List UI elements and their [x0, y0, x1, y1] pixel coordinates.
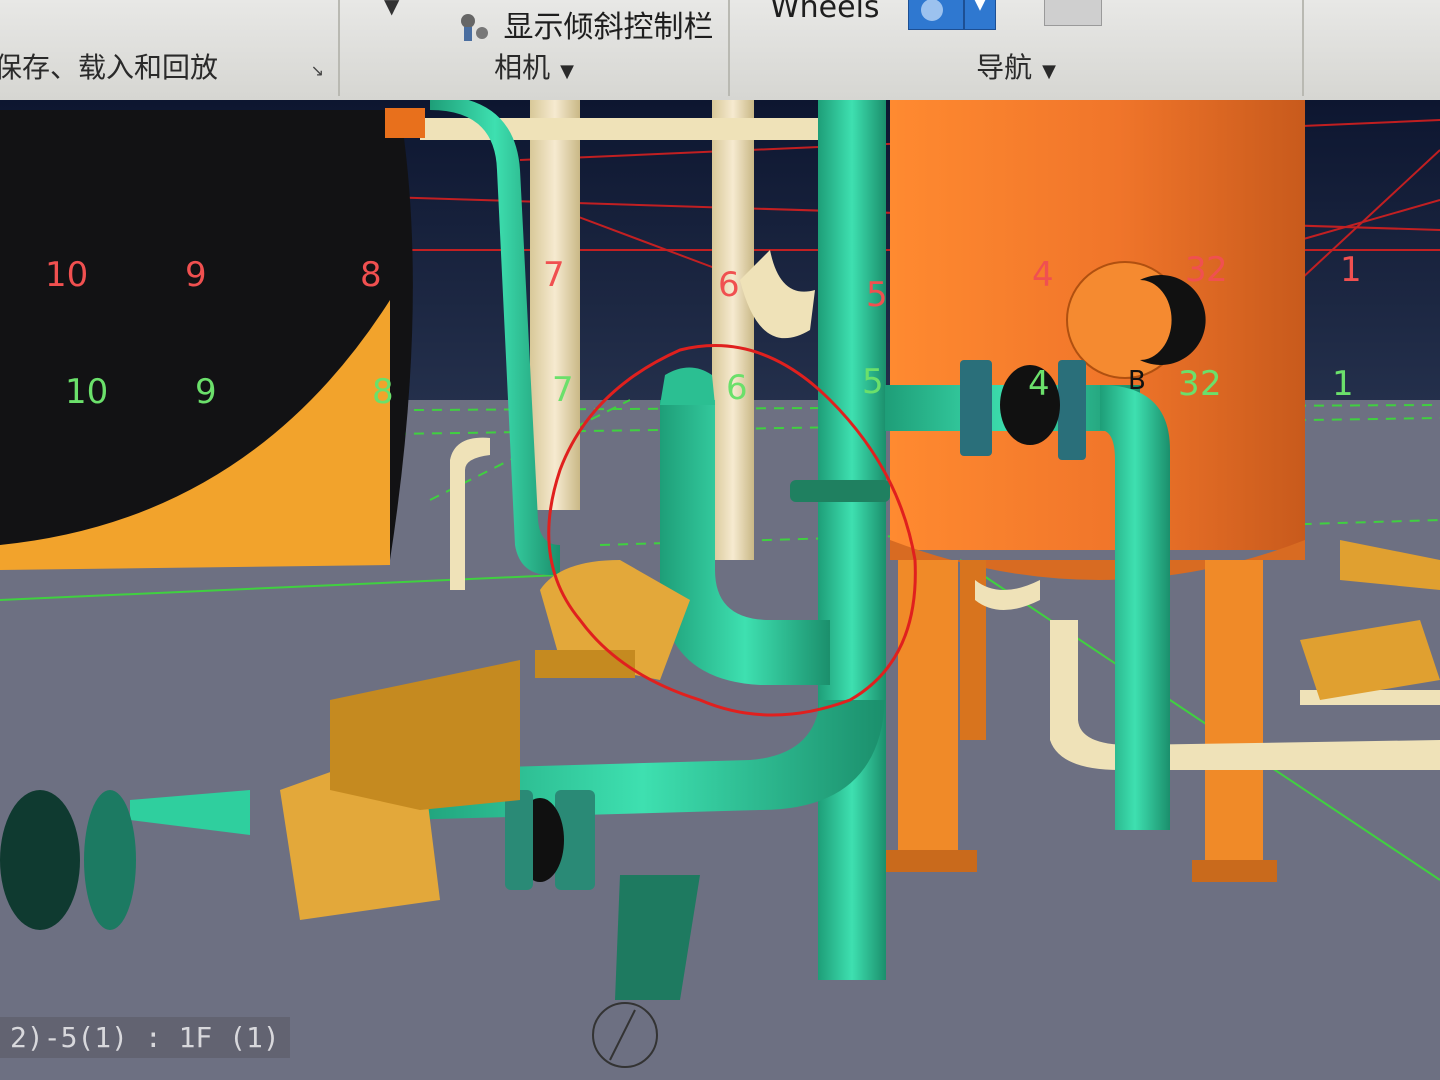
grid-label: 6	[726, 368, 748, 408]
tilt-camera-icon	[454, 11, 494, 47]
orbit-icon	[921, 0, 943, 21]
pump-inlet-flange	[84, 790, 136, 930]
save-load-playback-group: 保存、载入和回放 ↘	[0, 0, 340, 96]
grid-label: 9	[185, 255, 207, 295]
grid-label: 10	[65, 372, 109, 412]
save-load-playback-label[interactable]: 保存、载入和回放	[0, 46, 338, 86]
grid-marker-b: B	[1128, 366, 1146, 396]
pipe-clamp	[790, 480, 890, 502]
grid-label: 6	[718, 265, 740, 305]
ribbon-toolbar: 保存、载入和回放 ↘ ▼ 显示倾斜控制栏 相机 ▼ Wheels ▼ 导航 ▼	[0, 0, 1440, 102]
pipe-flange	[1058, 360, 1086, 460]
grid-label: 4	[1032, 255, 1054, 295]
grid-label: 1	[1340, 250, 1362, 290]
cream-vertical-pipe	[712, 100, 754, 560]
pump-base	[535, 650, 635, 678]
pipe-flange	[505, 790, 533, 890]
navigation-group-label[interactable]: 导航 ▼	[730, 46, 1302, 86]
chevron-down-icon: ▼	[560, 61, 574, 82]
grid-label: 2	[1200, 364, 1222, 404]
green-main-vertical-pipe	[818, 100, 886, 980]
grid-label: 4	[1028, 364, 1050, 404]
grid-label: 8	[360, 255, 382, 295]
grid-label: 2	[1206, 250, 1228, 290]
grid-label: 3	[1178, 364, 1200, 404]
pipe-flange	[960, 360, 992, 456]
show-tilt-bar-label: 显示倾斜控制栏	[503, 10, 714, 45]
dialog-launcher-icon[interactable]: ↘	[311, 61, 324, 80]
chevron-down-icon: ▼	[974, 0, 986, 13]
navigation-extra-button[interactable]	[1044, 0, 1102, 26]
vessel-leg-front-right	[1205, 560, 1263, 870]
navigation-mode-button[interactable]	[908, 0, 964, 30]
camera-group-label[interactable]: 相机 ▼	[340, 46, 728, 86]
grid-label: 7	[552, 370, 574, 410]
3d-viewport[interactable]: 10 9 8 7 6 5 4 3 2 1 10 9 8 7 6 5 4 3 2 …	[0, 100, 1440, 1080]
pump-inlet-flange	[0, 790, 80, 930]
navigation-label-text: 导航	[976, 51, 1033, 84]
leg-base-plate	[885, 850, 977, 872]
orange-flange	[385, 108, 425, 138]
camera-group: ▼ 显示倾斜控制栏 相机 ▼	[340, 0, 730, 96]
camera-label-text: 相机	[494, 51, 551, 84]
grid-label: 9	[195, 372, 217, 412]
grid-label: 10	[45, 255, 89, 295]
grid-label: 8	[372, 372, 394, 412]
show-tilt-bar-button[interactable]: 显示倾斜控制栏	[454, 2, 714, 47]
grid-label: 5	[862, 362, 884, 402]
navigation-group: Wheels ▼ 导航 ▼	[730, 0, 1304, 96]
leg-base-plate	[1192, 860, 1277, 882]
scene-render	[0, 100, 1440, 1080]
status-bar-text: 2)-5(1) : 1F (1)	[0, 1017, 290, 1058]
grid-label: 1	[1332, 364, 1354, 404]
grid-label: 5	[866, 275, 888, 315]
wheels-button[interactable]: Wheels	[770, 0, 880, 25]
cream-vertical-pipe	[530, 100, 580, 510]
navigation-mode-dropdown[interactable]: ▼	[964, 0, 996, 30]
chevron-down-icon: ▼	[1042, 61, 1056, 82]
vessel-leg-front-left	[898, 560, 958, 860]
grid-label: 3	[1185, 250, 1207, 290]
dropdown-arrow-icon[interactable]: ▼	[384, 0, 399, 18]
grid-label: 7	[543, 255, 565, 295]
